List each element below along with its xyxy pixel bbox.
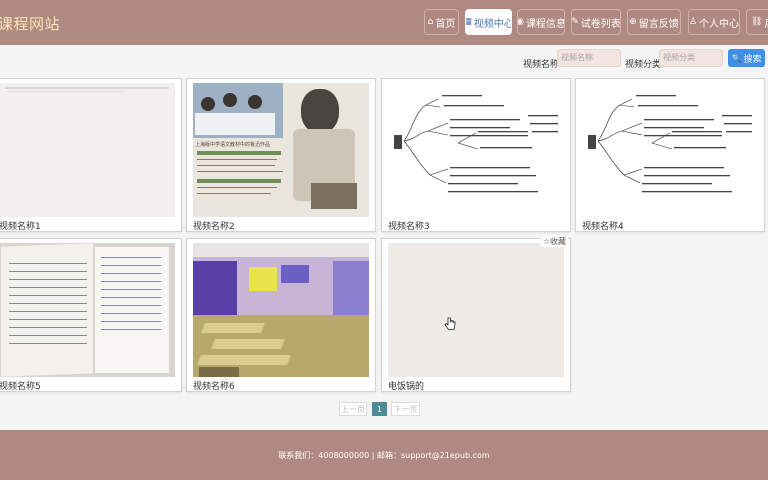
course-icon: ◉ xyxy=(518,17,524,27)
favorite-button[interactable]: ☆收藏 xyxy=(540,236,568,247)
video-name-input[interactable]: 视频名称 xyxy=(557,49,621,67)
video-caption[interactable]: 视频名称2 xyxy=(193,219,235,232)
video-thumbnail[interactable] xyxy=(0,243,175,377)
video-card[interactable]: 视频名称6 xyxy=(186,238,376,392)
nav-feedback[interactable]: ⊕ 留言反馈 xyxy=(627,9,681,35)
video-thumbnail[interactable] xyxy=(193,243,369,377)
favorite-label: 收藏 xyxy=(550,237,566,246)
nav-admin-label: 后 xyxy=(764,15,768,30)
video-caption[interactable]: 视频名称6 xyxy=(193,379,235,392)
video-caption[interactable]: 电饭锅的 xyxy=(388,379,424,392)
search-icon: 🔍 xyxy=(731,53,742,63)
nav-exam-list-label: 试卷列表 xyxy=(580,18,621,30)
feedback-icon: ⊕ xyxy=(629,17,637,27)
video-category-label: 视频分类 xyxy=(625,60,662,70)
video-card[interactable]: 视频名称4 xyxy=(575,78,765,232)
home-icon: ⌂ xyxy=(427,17,434,27)
link-icon: ⛓ xyxy=(751,17,763,27)
mind-map-image xyxy=(588,95,752,193)
exam-icon: ✎ xyxy=(571,17,579,27)
video-card[interactable]: ☆收藏 电饭锅的 xyxy=(381,236,571,392)
nav-feedback-label: 留言反馈 xyxy=(638,18,679,30)
video-thumbnail[interactable] xyxy=(582,83,758,217)
nav-home-label: 首页 xyxy=(435,18,456,30)
video-category-input[interactable]: 视频分类 xyxy=(659,49,723,67)
footer-contact: 联系我们：4008000000 | 邮箱：support@21epub.com xyxy=(278,450,490,460)
nav-course-info-label: 课程信息 xyxy=(525,18,565,30)
search-button[interactable]: 🔍 搜索 xyxy=(728,49,765,67)
video-caption[interactable]: 视频名称3 xyxy=(388,219,430,232)
next-page-button[interactable]: 下一页 xyxy=(391,402,420,416)
video-card[interactable]: 视频名称1 xyxy=(0,78,182,232)
video-caption[interactable]: 视频名称4 xyxy=(582,219,624,232)
video-thumbnail[interactable] xyxy=(388,83,564,217)
video-thumbnail[interactable] xyxy=(0,83,175,217)
video-thumbnail[interactable]: 上海版中学语文教材中的鲁迅作品 xyxy=(193,83,369,217)
top-header: 课程网站 ⌂首页 ▦视频中心 ◉课程信息 ✎试卷列表 ⊕留言反馈 ♙个人中心 ⛓… xyxy=(0,0,768,45)
video-name-label: 视频名称 xyxy=(523,60,560,70)
search-bar: 视频名称 视频名称 视频分类 视频分类 🔍 搜索 xyxy=(0,48,768,74)
page-1-button[interactable]: 1 xyxy=(372,402,387,416)
nav-personal-center[interactable]: ♙ 个人中心 xyxy=(688,9,740,35)
video-card[interactable]: 视频名称3 xyxy=(381,78,571,232)
video-icon: ▦ xyxy=(466,17,472,27)
nav-admin[interactable]: ⛓后 xyxy=(746,9,768,35)
video-thumbnail[interactable] xyxy=(388,243,564,377)
prev-page-button[interactable]: 上一页 xyxy=(339,402,367,416)
video-caption[interactable]: 视频名称5 xyxy=(0,379,41,392)
star-icon: ☆ xyxy=(542,237,550,246)
nav-exam-list[interactable]: ✎ 试卷列表 xyxy=(571,9,621,35)
nav-video-center-label: 视频中心 xyxy=(473,18,512,30)
user-icon: ♙ xyxy=(688,17,698,27)
mind-map-image xyxy=(394,95,558,193)
nav-course-info[interactable]: ◉课程信息 xyxy=(517,9,565,35)
nav-video-center[interactable]: ▦视频中心 xyxy=(465,9,512,35)
footer: 联系我们：4008000000 | 邮箱：support@21epub.com xyxy=(0,430,768,480)
nav-personal-center-label: 个人中心 xyxy=(699,18,740,30)
site-title[interactable]: 课程网站 xyxy=(0,13,60,34)
video-caption[interactable]: 视频名称1 xyxy=(0,219,41,232)
nav-home[interactable]: ⌂ 首页 xyxy=(424,9,459,35)
thumbnail-banner: 上海版中学语文教材中的鲁迅作品 xyxy=(195,142,271,148)
video-card[interactable]: 视频名称5 xyxy=(0,238,182,392)
search-button-label: 搜索 xyxy=(743,54,762,65)
cursor-hand-icon xyxy=(444,317,456,330)
video-card[interactable]: 上海版中学语文教材中的鲁迅作品 视频名称2 xyxy=(186,78,376,232)
